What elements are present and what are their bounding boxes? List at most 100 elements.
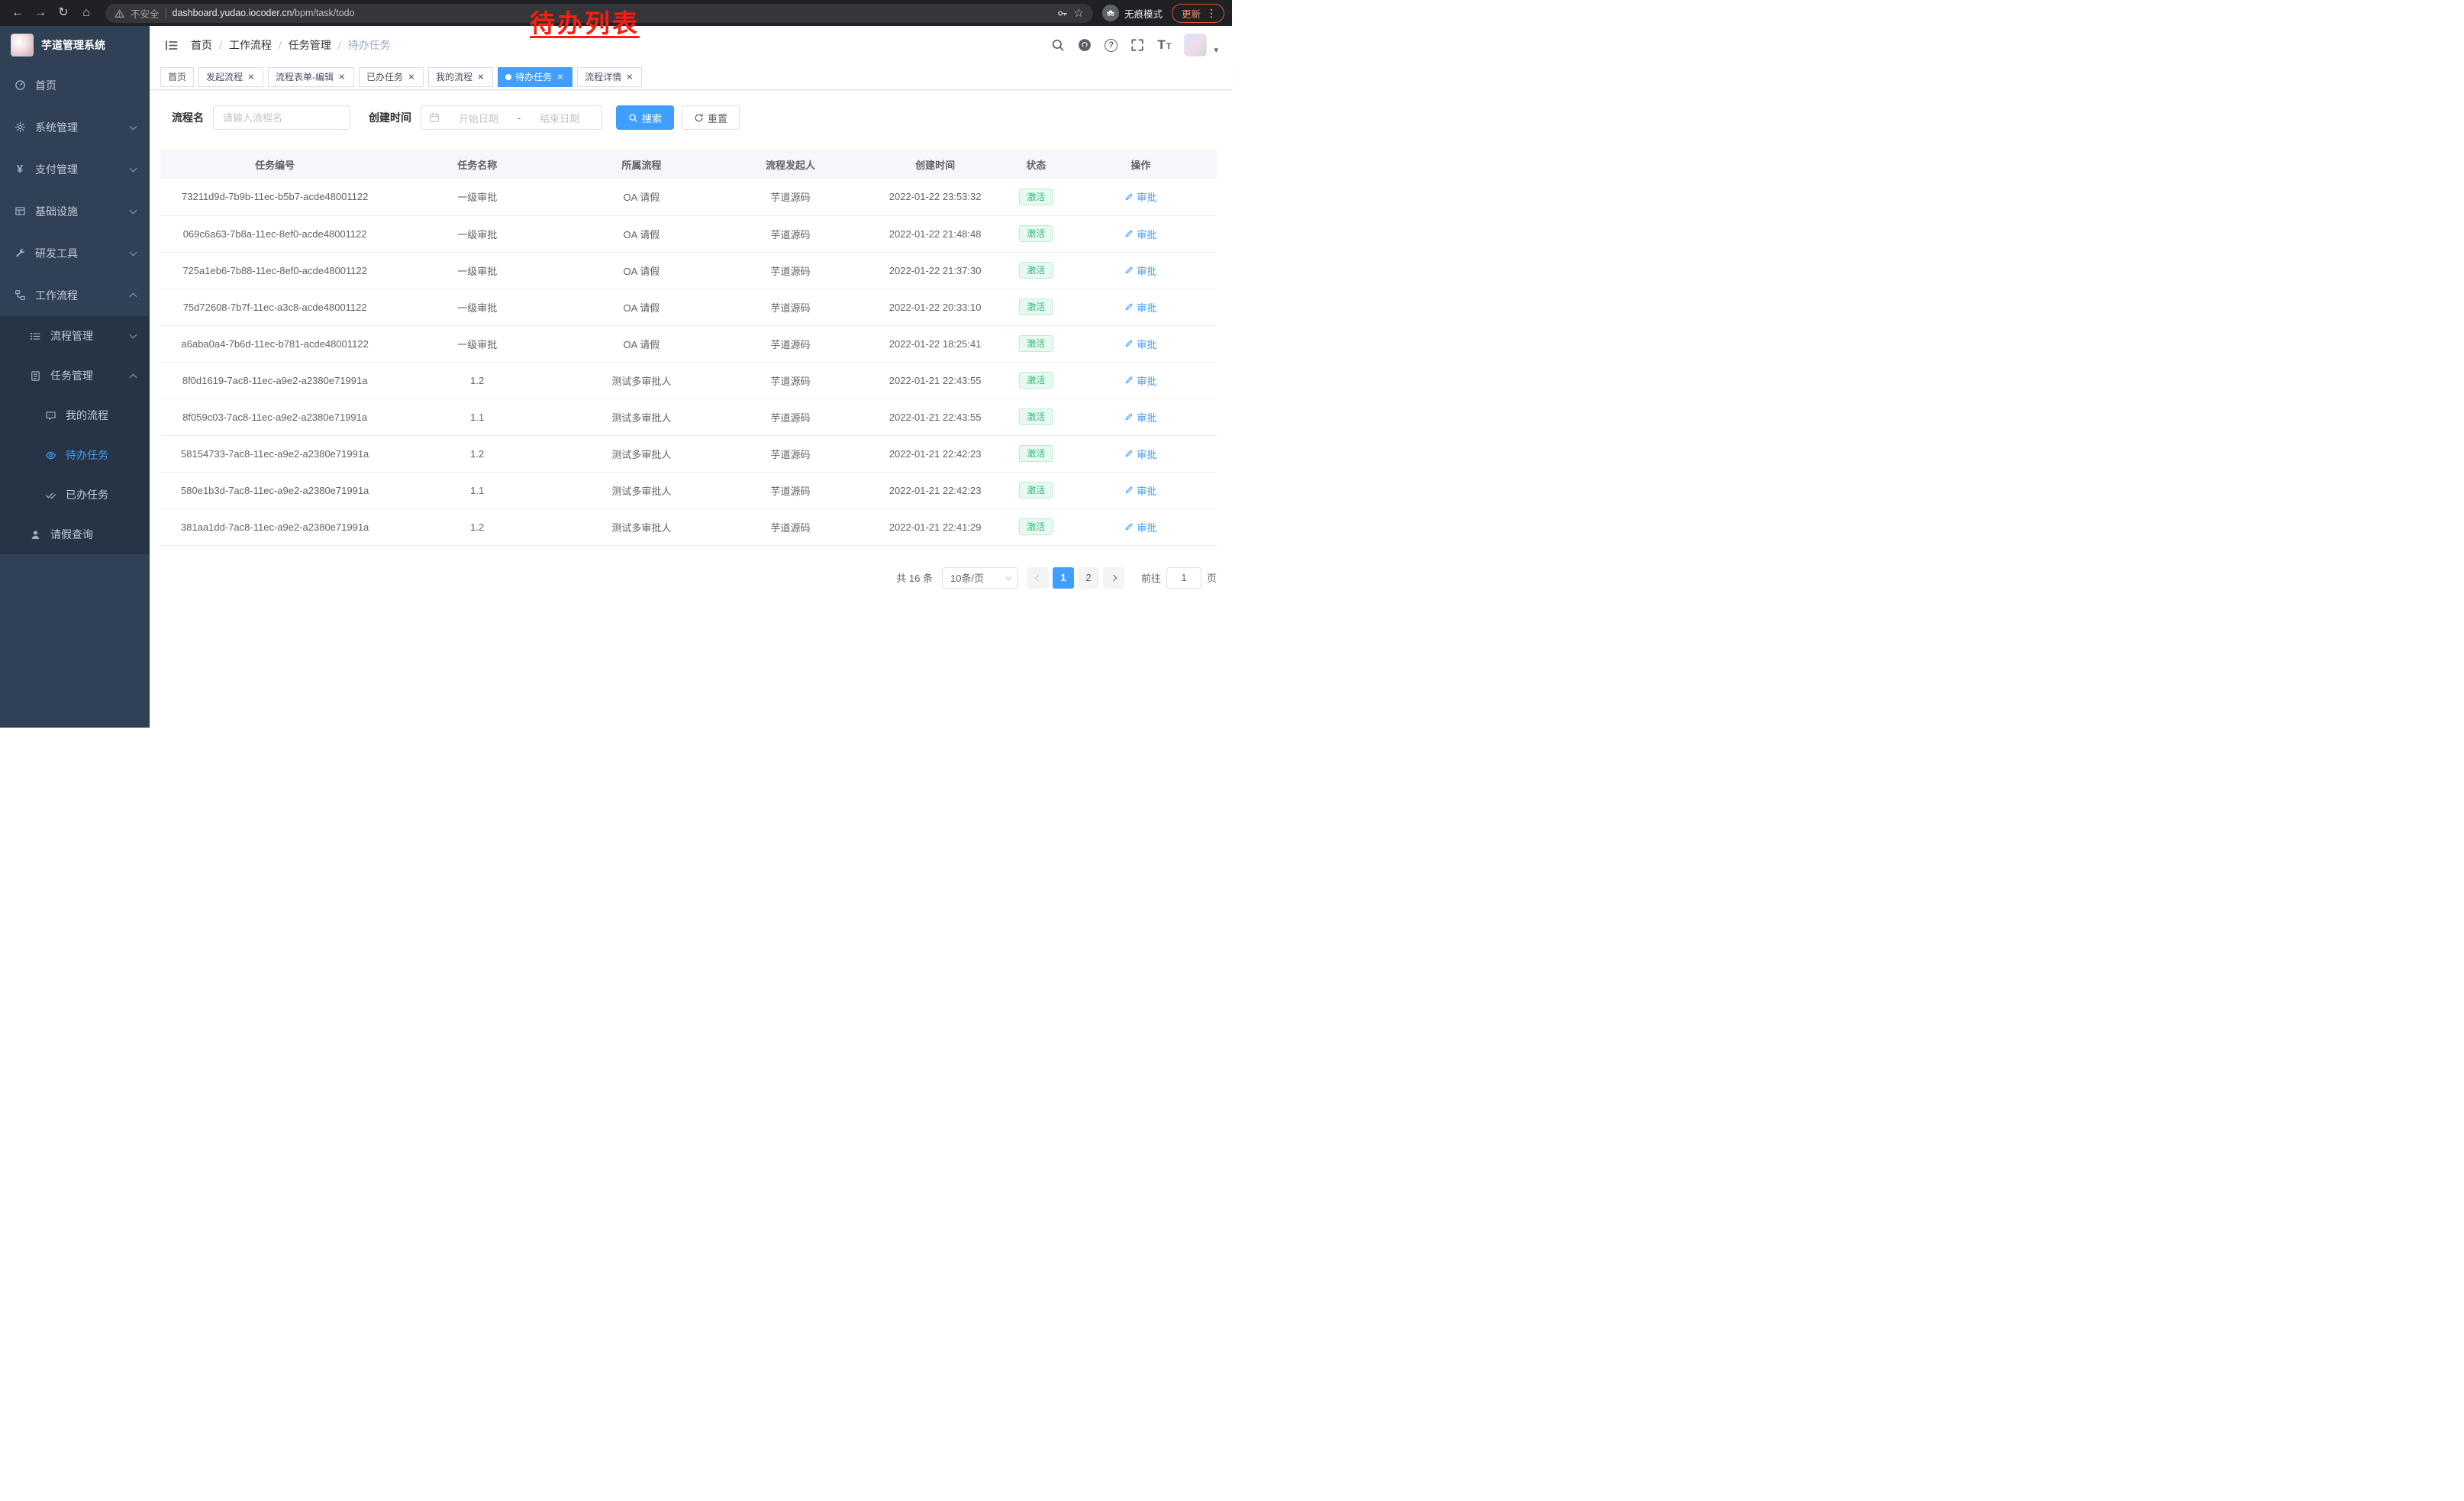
sidebar-item-task-management[interactable]: 任务管理 [0, 356, 150, 395]
close-icon[interactable] [556, 73, 565, 82]
approve-link[interactable]: 审批 [1124, 520, 1156, 534]
date-range-picker[interactable]: 开始日期 - 结束日期 [421, 105, 602, 130]
approve-link[interactable]: 审批 [1124, 410, 1156, 424]
sidebar-item-leave-query[interactable]: 请假查询 [0, 515, 150, 554]
start-date-placeholder[interactable]: 开始日期 [444, 111, 513, 125]
tab-process-form-edit[interactable]: 流程表单-编辑 [268, 67, 354, 87]
close-icon[interactable] [407, 73, 416, 82]
avatar[interactable] [1184, 34, 1207, 56]
edit-icon [1124, 412, 1134, 421]
sidebar-item-done-tasks[interactable]: 已办任务 [0, 475, 150, 515]
sidebar-menu: 首页 系统管理 ¥ 支付管理 基础设施 研发工具 工作流程 [0, 64, 150, 554]
breadcrumb-item[interactable]: 首页 [191, 37, 212, 53]
cell-created: 2022-01-21 22:43:55 [863, 399, 1008, 435]
close-icon[interactable] [476, 73, 485, 82]
search-icon[interactable] [1051, 38, 1065, 52]
status-badge: 激活 [1019, 408, 1053, 425]
app-logo[interactable]: 芋道管理系统 [0, 26, 150, 64]
process-name-input[interactable] [213, 105, 350, 130]
cell-task-name: 1.2 [389, 362, 565, 399]
pagination-goto: 前往 页 [1141, 567, 1217, 589]
sidebar-item-my-process[interactable]: 我的流程 [0, 395, 150, 435]
sidebar-item-system[interactable]: 系统管理 [0, 106, 150, 148]
fullscreen-icon[interactable] [1130, 38, 1144, 52]
gear-icon [14, 121, 26, 134]
column-header-actions: 操作 [1065, 150, 1217, 179]
chevron-right-icon [1111, 574, 1117, 580]
approve-link[interactable]: 审批 [1124, 337, 1156, 351]
workflow-submenu: 流程管理 任务管理 我的流程 待办任务 已办任务 请假 [0, 316, 150, 554]
sidebar-toggle-icon[interactable] [157, 31, 185, 59]
sidebar-item-home[interactable]: 首页 [0, 64, 150, 106]
cell-task-name: 一级审批 [389, 179, 565, 215]
double-check-icon [44, 489, 56, 501]
update-button[interactable]: 更新 ⋮ [1172, 4, 1224, 23]
tab-done-tasks[interactable]: 已办任务 [359, 67, 424, 87]
tab-process-detail[interactable]: 流程详情 [577, 67, 642, 87]
page-size-select[interactable]: 10条/页 [942, 567, 1018, 589]
status-badge: 激活 [1019, 518, 1053, 535]
cell-created: 2022-01-21 22:43:55 [863, 362, 1008, 399]
approve-link[interactable]: 审批 [1124, 300, 1156, 315]
table-row: 069c6a63-7b8a-11ec-8ef0-acde48001122 一级审… [160, 215, 1217, 252]
cell-process: OA 请假 [565, 215, 718, 252]
cell-task-name: 1.1 [389, 399, 565, 435]
avatar-caret-icon[interactable]: ▾ [1214, 47, 1218, 56]
bookmark-star-icon[interactable]: ☆ [1074, 8, 1084, 19]
edit-icon [1124, 192, 1134, 202]
sidebar-item-workflow[interactable]: 工作流程 [0, 274, 150, 316]
tab-home[interactable]: 首页 [160, 67, 194, 87]
sidebar-item-infrastructure[interactable]: 基础设施 [0, 190, 150, 232]
app-logo-image [11, 34, 34, 56]
font-size-icon[interactable]: TT [1157, 37, 1171, 53]
app-title: 芋道管理系统 [41, 37, 105, 53]
approve-link[interactable]: 审批 [1124, 189, 1156, 204]
github-icon[interactable] [1078, 38, 1092, 52]
approve-link[interactable]: 审批 [1124, 263, 1156, 278]
chevron-down-icon [130, 164, 137, 172]
approve-link[interactable]: 审批 [1124, 447, 1156, 461]
close-icon[interactable] [247, 73, 256, 82]
chevron-down-icon [1005, 573, 1011, 579]
tab-todo-tasks[interactable]: 待办任务 [498, 67, 572, 87]
approve-link[interactable]: 审批 [1124, 227, 1156, 241]
cell-initiator: 芋道源码 [718, 179, 863, 215]
end-date-placeholder[interactable]: 结束日期 [525, 111, 594, 125]
close-icon[interactable] [625, 73, 634, 82]
page-button-1[interactable]: 1 [1053, 567, 1074, 589]
sidebar-item-todo-tasks[interactable]: 待办任务 [0, 435, 150, 475]
sidebar-item-process-management[interactable]: 流程管理 [0, 316, 150, 356]
goto-page-input[interactable] [1166, 567, 1201, 589]
sidebar-item-payment[interactable]: ¥ 支付管理 [0, 148, 150, 190]
help-icon[interactable]: ? [1105, 39, 1118, 52]
approve-link[interactable]: 审批 [1124, 373, 1156, 388]
edit-icon [1124, 339, 1134, 348]
breadcrumb-item[interactable]: 工作流程 [229, 37, 272, 53]
next-page-button[interactable] [1103, 567, 1124, 589]
calendar-icon [429, 112, 440, 123]
back-icon[interactable]: ← [8, 3, 27, 23]
page-button-2[interactable]: 2 [1078, 567, 1099, 589]
filter-bar: 流程名 创建时间 开始日期 - 结束日期 搜索 重置 [172, 105, 1217, 130]
tab-start-process[interactable]: 发起流程 [198, 67, 263, 87]
tab-label: 发起流程 [206, 70, 243, 83]
close-icon[interactable] [337, 73, 347, 82]
refresh-icon[interactable]: ↻ [53, 3, 73, 23]
security-label[interactable]: 不安全 [131, 6, 160, 21]
sidebar-item-dev-tools[interactable]: 研发工具 [0, 232, 150, 274]
cell-initiator: 芋道源码 [718, 325, 863, 362]
main-content: 流程名 创建时间 开始日期 - 结束日期 搜索 重置 任务编号 [150, 90, 1232, 750]
breadcrumb-item[interactable]: 任务管理 [289, 37, 331, 53]
search-button[interactable]: 搜索 [616, 105, 674, 130]
status-badge: 激活 [1019, 335, 1053, 352]
home-icon[interactable]: ⌂ [76, 3, 96, 23]
prev-page-button[interactable] [1027, 567, 1049, 589]
browser-menu-icon[interactable]: ⋮ [1206, 8, 1217, 18]
key-icon[interactable] [1056, 8, 1068, 19]
reset-button[interactable]: 重置 [682, 105, 740, 130]
cell-created: 2022-01-21 22:42:23 [863, 435, 1008, 472]
approve-link[interactable]: 审批 [1124, 483, 1156, 498]
tab-my-process[interactable]: 我的流程 [428, 67, 493, 87]
forward-icon[interactable]: → [31, 3, 50, 23]
status-badge: 激活 [1019, 372, 1053, 389]
